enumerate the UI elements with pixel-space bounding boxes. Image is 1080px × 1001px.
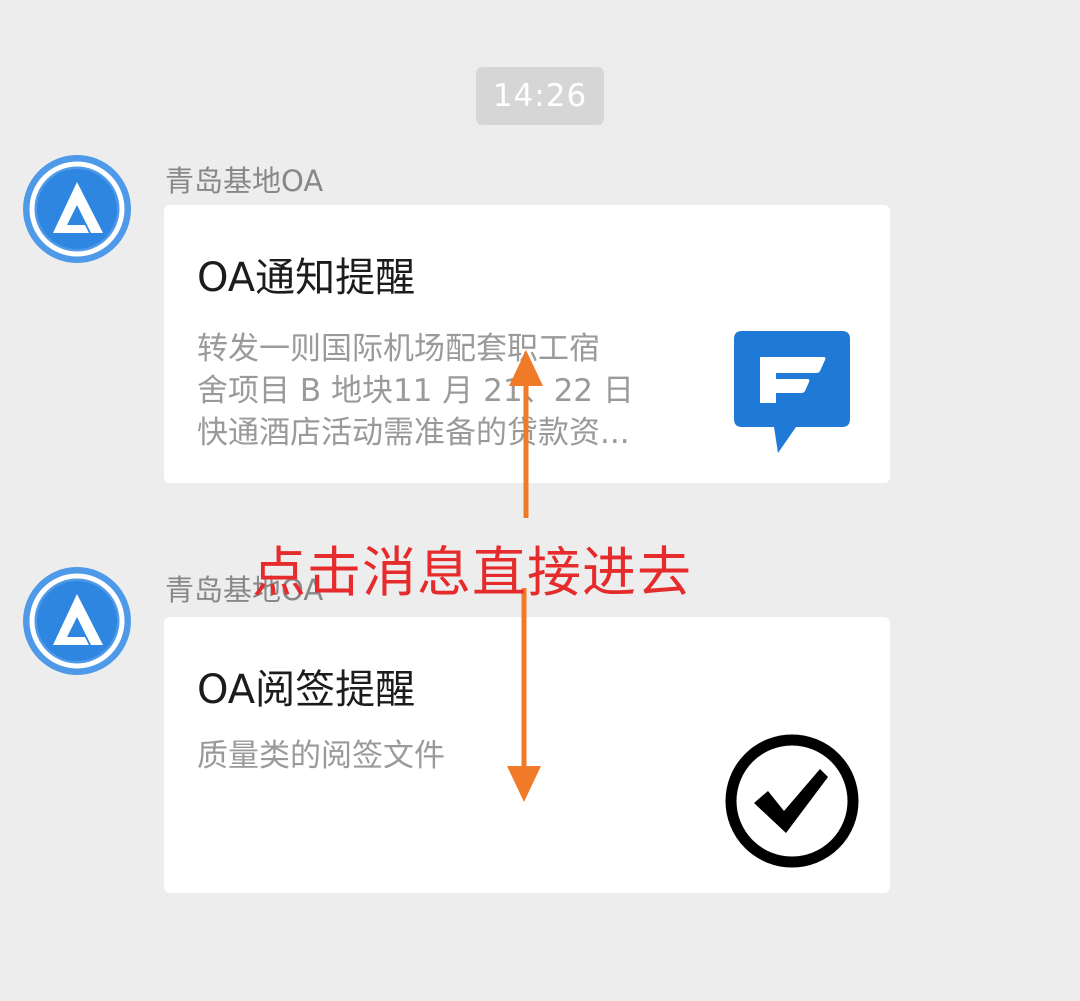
oa-logo-icon xyxy=(23,155,131,263)
sender-avatar[interactable] xyxy=(23,567,131,675)
description-line: 快通酒店活动需准备的贷款资... xyxy=(197,415,630,451)
annotation-label: 点击消息直接进去 xyxy=(252,541,692,604)
description-line: 质量类的阅签文件 xyxy=(197,738,445,774)
message-timestamp: 14:26 xyxy=(476,67,604,125)
sender-avatar[interactable] xyxy=(23,155,131,263)
oa-logo-icon xyxy=(23,567,131,675)
message-title: OA通知提醒 xyxy=(197,255,416,301)
message-description: 转发一则国际机场配套职工宿 舍项目 B 地块11 月 21、22 日 快通酒店活… xyxy=(197,328,672,454)
description-line: 舍项目 B 地块11 月 21、22 日 xyxy=(197,373,634,409)
description-line: 转发一则国际机场配套职工宿 xyxy=(197,331,600,367)
sender-name: 青岛基地OA xyxy=(165,164,324,198)
annotation-arrow-up-icon xyxy=(508,350,544,522)
message-title: OA阅签提醒 xyxy=(197,667,416,713)
checkmark-circle-icon xyxy=(724,733,860,869)
blue-chat-bubble-icon xyxy=(734,331,850,455)
annotation-arrow-down-icon xyxy=(506,588,542,806)
message-description: 质量类的阅签文件 xyxy=(197,735,672,777)
